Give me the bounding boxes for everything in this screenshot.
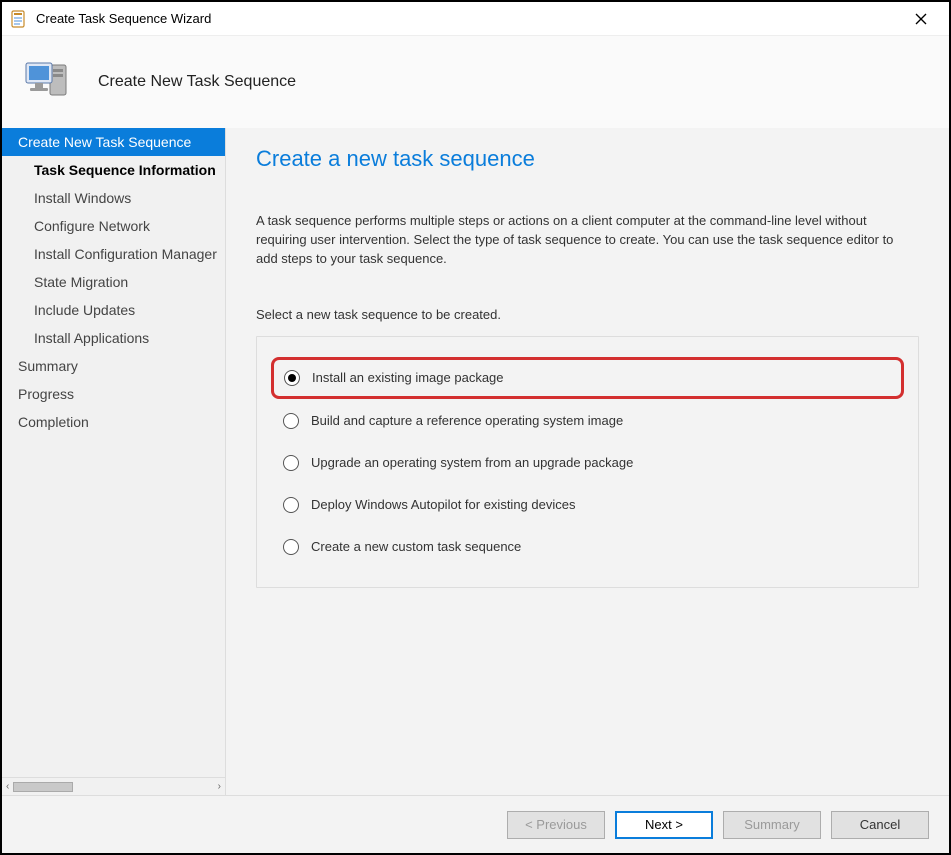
radio-option-3[interactable]: Deploy Windows Autopilot for existing de…: [271, 485, 904, 525]
radio-icon: [283, 413, 299, 429]
sidebar-item-5[interactable]: State Migration: [2, 268, 225, 296]
sidebar-list: Create New Task SequenceTask Sequence In…: [2, 128, 225, 777]
radio-label: Build and capture a reference operating …: [311, 413, 623, 428]
window-title: Create Task Sequence Wizard: [36, 11, 901, 26]
next-button[interactable]: Next >: [615, 811, 713, 839]
sidebar-item-6[interactable]: Include Updates: [2, 296, 225, 324]
radio-label: Create a new custom task sequence: [311, 539, 521, 554]
footer: < Previous Next > Summary Cancel: [2, 795, 949, 853]
sidebar-item-10[interactable]: Completion: [2, 408, 225, 436]
sidebar: Create New Task SequenceTask Sequence In…: [2, 128, 226, 795]
close-button[interactable]: [901, 4, 941, 34]
radio-label: Deploy Windows Autopilot for existing de…: [311, 497, 575, 512]
page-title: Create a new task sequence: [256, 146, 919, 172]
group-label: Select a new task sequence to be created…: [256, 307, 919, 322]
cancel-button[interactable]: Cancel: [831, 811, 929, 839]
radio-icon: [283, 497, 299, 513]
sidebar-item-3[interactable]: Configure Network: [2, 212, 225, 240]
titlebar: Create Task Sequence Wizard: [2, 2, 949, 36]
app-icon: [10, 10, 28, 28]
scrollbar-thumb[interactable]: [13, 782, 73, 792]
radio-icon: [283, 455, 299, 471]
radio-label: Install an existing image package: [312, 370, 504, 385]
radio-option-4[interactable]: Create a new custom task sequence: [271, 527, 904, 567]
radio-label: Upgrade an operating system from an upgr…: [311, 455, 633, 470]
description: A task sequence performs multiple steps …: [256, 212, 916, 269]
scroll-left-icon[interactable]: ‹: [6, 781, 9, 792]
sidebar-item-7[interactable]: Install Applications: [2, 324, 225, 352]
sidebar-item-8[interactable]: Summary: [2, 352, 225, 380]
header-title: Create New Task Sequence: [98, 73, 296, 91]
sidebar-item-9[interactable]: Progress: [2, 380, 225, 408]
sidebar-item-2[interactable]: Install Windows: [2, 184, 225, 212]
header: Create New Task Sequence: [2, 36, 949, 128]
radio-option-0[interactable]: Install an existing image package: [271, 357, 904, 399]
close-icon: [915, 13, 927, 25]
header-icon: [20, 53, 80, 112]
radio-group: Install an existing image package Build a…: [256, 336, 919, 588]
previous-button: < Previous: [507, 811, 605, 839]
radio-icon: [284, 370, 300, 386]
sidebar-item-1[interactable]: Task Sequence Information: [2, 156, 225, 184]
sidebar-item-4[interactable]: Install Configuration Manager: [2, 240, 225, 268]
sidebar-horizontal-scrollbar[interactable]: ‹ ›: [2, 777, 225, 795]
content: Create a new task sequence A task sequen…: [226, 128, 949, 795]
radio-option-1[interactable]: Build and capture a reference operating …: [271, 401, 904, 441]
summary-button: Summary: [723, 811, 821, 839]
radio-option-2[interactable]: Upgrade an operating system from an upgr…: [271, 443, 904, 483]
radio-icon: [283, 539, 299, 555]
sidebar-item-0[interactable]: Create New Task Sequence: [2, 128, 225, 156]
body: Create New Task SequenceTask Sequence In…: [2, 128, 949, 795]
scroll-right-icon[interactable]: ›: [218, 781, 221, 792]
wizard-window: Create Task Sequence Wizard Create New T…: [0, 0, 951, 855]
